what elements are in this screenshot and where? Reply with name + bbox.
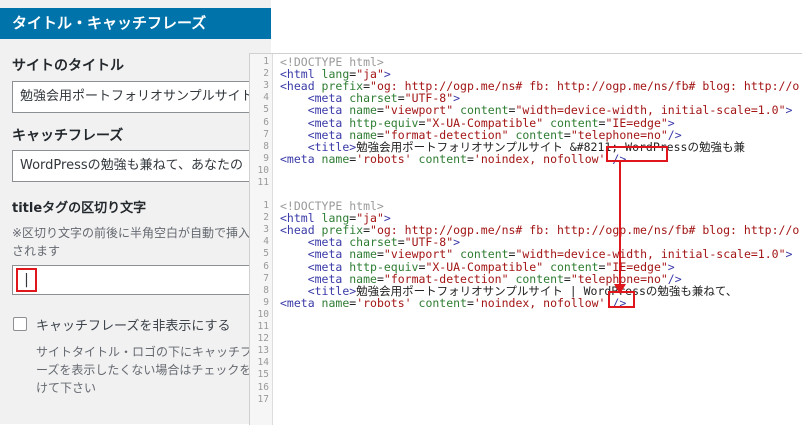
- catchphrase-input[interactable]: WordPressの勉強も兼ねて、あなたの: [12, 150, 271, 182]
- line-number: 15: [257, 369, 269, 381]
- line-number: 5: [263, 248, 269, 260]
- line-number: 10: [257, 164, 269, 176]
- line-number: 2: [263, 212, 269, 224]
- line-number: 17: [257, 393, 269, 405]
- line-number: 6: [263, 260, 269, 272]
- line-number: 14: [257, 357, 269, 369]
- line-number: 2: [263, 68, 269, 80]
- line-number: 8: [263, 284, 269, 296]
- hide-catchphrase-checkbox[interactable]: [13, 317, 27, 331]
- line-number: 3: [263, 80, 269, 92]
- line-number: 11: [257, 177, 269, 188]
- line-number: 11: [257, 321, 269, 332]
- line-number: 7: [263, 272, 269, 284]
- line-number: 13: [257, 345, 269, 357]
- site-title-input[interactable]: 勉強会用ポートフォリオサンプルサイト: [12, 81, 271, 113]
- code-text: <meta name='robots' content='noindex, no…: [280, 295, 627, 310]
- line-number: 10: [257, 308, 269, 320]
- line-number: 9: [263, 152, 269, 164]
- site-title-label: サイトのタイトル: [12, 58, 124, 74]
- settings-panel: タイトル・キャッチフレーズ サイトのタイトル 勉強会用ポートフォリオサンプルサイ…: [0, 0, 271, 424]
- separator-note: ※区切り文字の前後に半角空白が自動で挿入されます: [12, 226, 251, 258]
- line-number: 1: [263, 56, 269, 67]
- line-number: 4: [263, 236, 269, 248]
- line-number: 5: [263, 104, 269, 116]
- separator-label: titleタグの区切り文字: [12, 201, 147, 216]
- line-number: 4: [263, 92, 269, 104]
- section-header[interactable]: タイトル・キャッチフレーズ: [0, 8, 271, 39]
- line-number: 16: [257, 381, 269, 393]
- line-number: 12: [257, 333, 269, 345]
- arrow-line: [619, 162, 621, 286]
- code-text: <meta name='robots' content='noindex, no…: [280, 151, 627, 166]
- arrow-head-icon: [614, 284, 626, 294]
- code-panel: 1 <!DOCTYPE html> 2 <html lang="ja"> 3 <head …: [249, 53, 802, 425]
- line-number: 1: [263, 200, 269, 211]
- line-number: 9: [263, 296, 269, 308]
- line-number: 7: [263, 128, 269, 140]
- hide-catchphrase-note: サイトタイトル・ロゴの下にキャッチフレーズを表示したくない場合はチェックを付けて…: [36, 345, 265, 395]
- separator-highlight-box: |: [16, 268, 37, 292]
- separator-input[interactable]: |: [12, 265, 271, 295]
- line-number: 6: [263, 116, 269, 128]
- catchphrase-label: キャッチフレーズ: [12, 128, 124, 144]
- line-number: 3: [263, 224, 269, 236]
- hide-catchphrase-label[interactable]: キャッチフレーズを非表示にする: [36, 315, 230, 334]
- line-number: 8: [263, 140, 269, 152]
